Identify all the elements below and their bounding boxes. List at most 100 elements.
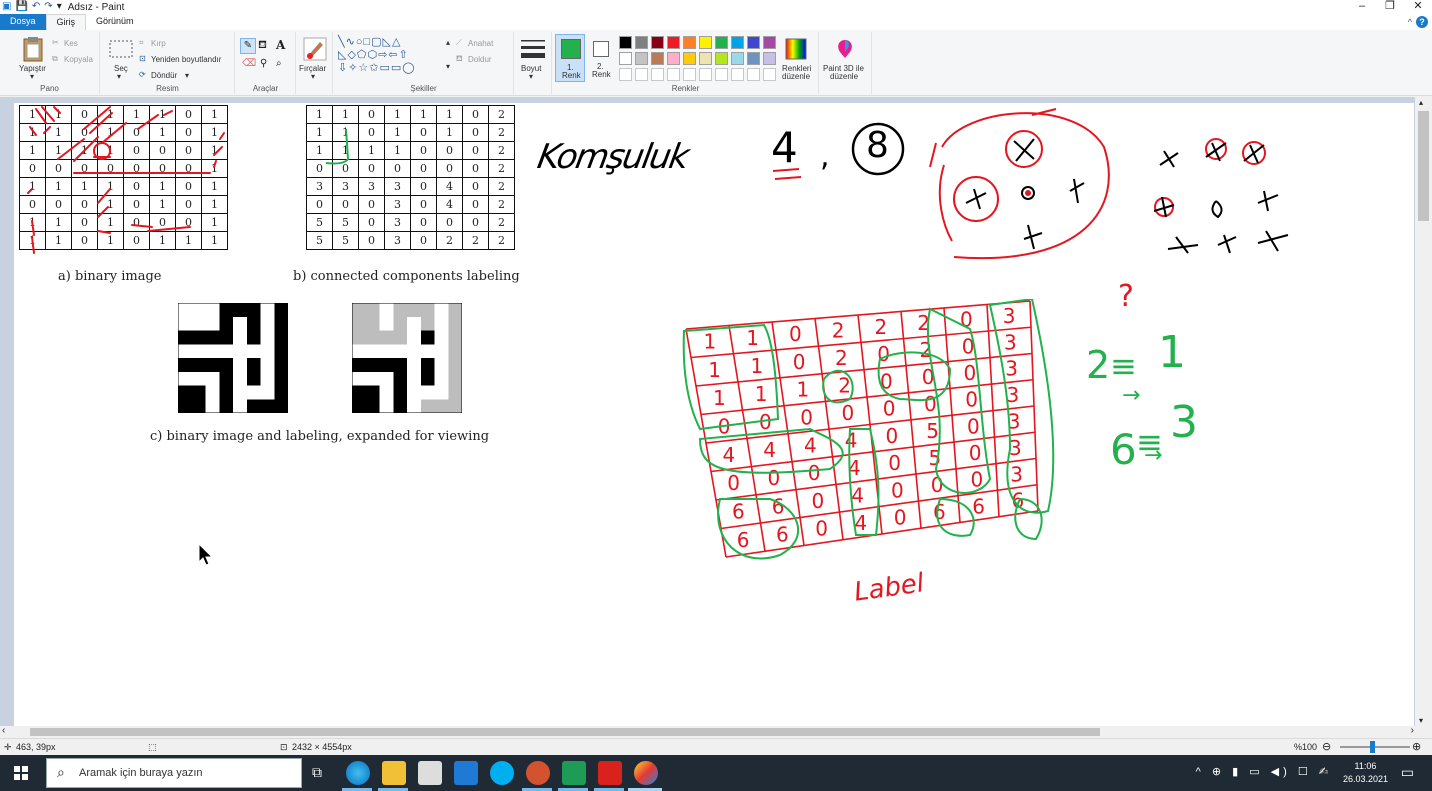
- palette-custom-swatch[interactable]: [667, 68, 680, 81]
- cut-button[interactable]: Kes: [64, 39, 78, 48]
- edge-icon[interactable]: [346, 761, 370, 785]
- help-icon[interactable]: ?: [1416, 16, 1428, 28]
- drawing-canvas[interactable]: 1101110111010101111100010000000111110101…: [14, 103, 1414, 726]
- palette-swatch[interactable]: [699, 36, 712, 49]
- skype-icon[interactable]: [490, 761, 514, 785]
- palette-custom-swatch[interactable]: [715, 68, 728, 81]
- minimize-button[interactable]: –: [1348, 0, 1376, 12]
- horizontal-scroll-thumb[interactable]: [30, 728, 1100, 736]
- palette-swatch[interactable]: [683, 52, 696, 65]
- palette-custom-swatch[interactable]: [731, 68, 744, 81]
- palette-custom-swatch[interactable]: [747, 68, 760, 81]
- store-icon[interactable]: [418, 761, 442, 785]
- vertical-scrollbar[interactable]: ▴ ▾: [1415, 97, 1432, 726]
- edit-colors-icon[interactable]: [785, 38, 807, 60]
- eraser-tool-icon[interactable]: ⌫: [242, 58, 256, 69]
- palette-swatch[interactable]: [635, 52, 648, 65]
- copy-button[interactable]: Kopyala: [64, 55, 93, 64]
- scroll-left-icon[interactable]: ‹: [2, 725, 5, 736]
- text-tool-icon[interactable]: A: [276, 38, 285, 52]
- color1-button[interactable]: 1. Renk: [555, 34, 585, 82]
- palette-swatch[interactable]: [667, 52, 680, 65]
- paint3d-icon[interactable]: [834, 38, 856, 60]
- select-icon[interactable]: [109, 40, 133, 58]
- outline-button[interactable]: Anahat: [468, 39, 493, 48]
- palette-custom-swatch[interactable]: [763, 68, 776, 81]
- close-button[interactable]: ✕: [1404, 0, 1432, 12]
- tab-file[interactable]: Dosya: [0, 14, 46, 30]
- customize-toolbar-icon[interactable]: ▾: [57, 1, 62, 13]
- zoom-in-icon[interactable]: ⊕: [1412, 740, 1421, 753]
- task-view-icon[interactable]: ⧉: [312, 764, 322, 781]
- brush-icon[interactable]: [302, 36, 328, 62]
- color-picker-icon[interactable]: ⚲: [260, 58, 267, 69]
- taskbar-clock[interactable]: 11:06 26.03.2021: [1343, 760, 1388, 786]
- maximize-button[interactable]: ❐: [1376, 0, 1404, 12]
- copy-icon[interactable]: ⧉: [52, 54, 58, 64]
- palette-swatch[interactable]: [683, 36, 696, 49]
- acrobat-icon[interactable]: [598, 761, 622, 785]
- rotate-dropdown-icon[interactable]: ▾: [185, 71, 189, 80]
- select-dropdown-icon[interactable]: ▾: [117, 72, 121, 81]
- resize-button[interactable]: Yeniden boyutlandır: [151, 55, 221, 64]
- mail-icon[interactable]: [454, 761, 478, 785]
- palette-custom-swatch[interactable]: [699, 68, 712, 81]
- fill-button[interactable]: Doldur: [468, 55, 492, 64]
- palette-swatch[interactable]: [731, 36, 744, 49]
- horizontal-scrollbar[interactable]: ‹ ›: [0, 725, 1432, 738]
- palette-swatch[interactable]: [747, 52, 760, 65]
- vertical-scroll-thumb[interactable]: [1418, 111, 1429, 221]
- start-button-icon[interactable]: [14, 766, 28, 780]
- crop-icon[interactable]: ⌗: [139, 38, 144, 48]
- palette-swatch[interactable]: [651, 36, 664, 49]
- redo-icon[interactable]: ↷: [44, 1, 52, 13]
- fill-tool-icon[interactable]: ⛾: [258, 39, 267, 53]
- system-tray-icons[interactable]: ^ ⊕ ▮ ▭ ◀) ☐ ✍: [1196, 765, 1332, 778]
- pencil-tool-icon[interactable]: ✎: [240, 38, 256, 54]
- notifications-icon[interactable]: ▭: [1401, 764, 1414, 781]
- size-icon[interactable]: [521, 38, 545, 60]
- palette-swatch[interactable]: [651, 52, 664, 65]
- palette-custom-swatch[interactable]: [651, 68, 664, 81]
- palette-swatch[interactable]: [715, 36, 728, 49]
- scroll-up-icon[interactable]: ▴: [1419, 98, 1423, 107]
- paint-taskbar-icon[interactable]: [634, 761, 658, 785]
- palette-swatch[interactable]: [699, 52, 712, 65]
- undo-icon[interactable]: ↶: [32, 1, 40, 13]
- paint-app-icon[interactable]: ▣: [2, 1, 11, 13]
- palette-swatch[interactable]: [731, 52, 744, 65]
- powerpoint-icon[interactable]: [526, 761, 550, 785]
- crop-button[interactable]: Kırp: [151, 39, 166, 48]
- palette-swatch[interactable]: [635, 36, 648, 49]
- palette-swatch[interactable]: [747, 36, 760, 49]
- palette-custom-swatch[interactable]: [635, 68, 648, 81]
- rotate-button[interactable]: Döndür: [151, 71, 177, 80]
- palette-swatch[interactable]: [763, 36, 776, 49]
- shapes-scroll-icon[interactable]: ▴: [446, 38, 450, 47]
- zoom-out-icon[interactable]: ⊖: [1322, 740, 1331, 753]
- tab-home[interactable]: Giriş: [45, 14, 87, 30]
- tab-view[interactable]: Görünüm: [86, 14, 144, 30]
- palette-swatch[interactable]: [763, 52, 776, 65]
- save-icon[interactable]: 💾: [15, 1, 27, 13]
- zoom-slider-thumb[interactable]: [1370, 741, 1375, 753]
- shapes-expand-icon[interactable]: ▾: [446, 62, 450, 71]
- rotate-icon[interactable]: ⟳: [139, 70, 146, 79]
- magnifier-icon[interactable]: ⌕: [276, 58, 282, 69]
- paste-icon[interactable]: [22, 36, 44, 62]
- brushes-dropdown-icon[interactable]: ▾: [311, 72, 315, 81]
- palette-custom-swatch[interactable]: [683, 68, 696, 81]
- palette-swatch[interactable]: [715, 52, 728, 65]
- palette-swatch[interactable]: [619, 52, 632, 65]
- palette-custom-swatch[interactable]: [619, 68, 632, 81]
- paint3d-line2[interactable]: düzenle: [830, 72, 858, 81]
- file-explorer-icon[interactable]: [382, 761, 406, 785]
- scroll-down-icon[interactable]: ▾: [1419, 716, 1423, 725]
- camtasia-icon[interactable]: [562, 761, 586, 785]
- cut-icon[interactable]: ✂: [52, 38, 59, 47]
- paste-dropdown-icon[interactable]: ▾: [30, 72, 34, 81]
- scroll-right-icon[interactable]: ›: [1411, 725, 1414, 736]
- edit-colors-line2[interactable]: düzenle: [782, 72, 810, 81]
- taskbar-search[interactable]: ⌕ Aramak için buraya yazın: [46, 758, 302, 788]
- collapse-ribbon-icon[interactable]: ^: [1408, 17, 1412, 27]
